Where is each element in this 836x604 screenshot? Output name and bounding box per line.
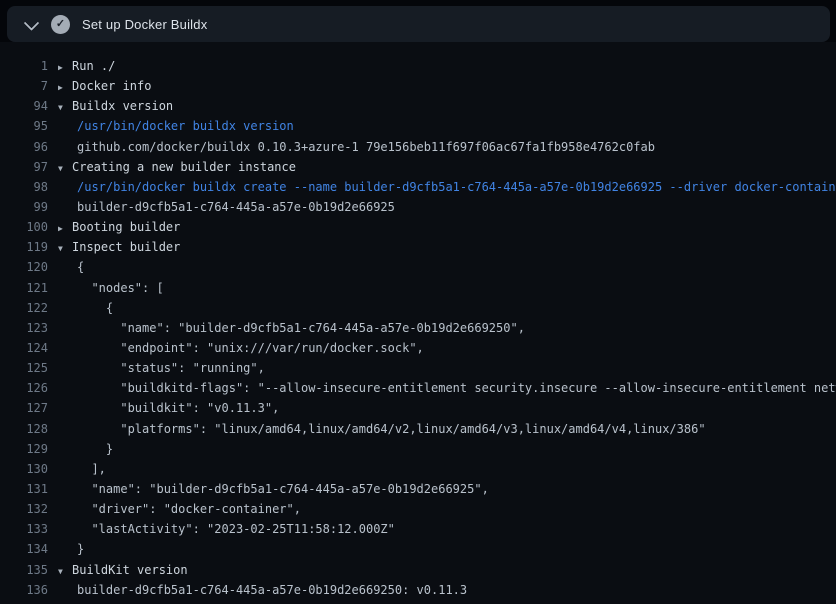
line-number[interactable]: 132 xyxy=(0,499,48,519)
step-status-check-icon: ✓ xyxy=(51,15,70,34)
log-line[interactable]: 94 ▼ Buildx version xyxy=(0,96,836,116)
step-header[interactable]: ✓ Set up Docker Buildx xyxy=(7,6,830,42)
log-line: 129 } xyxy=(0,439,836,459)
group-toggle-icon: ▶ xyxy=(58,58,72,78)
log-line[interactable]: 100 ▶ Booting builder xyxy=(0,217,836,237)
log-line[interactable]: 7 ▶ Docker info xyxy=(0,76,836,96)
log-text: "driver": "docker-container", xyxy=(77,499,301,519)
log-text: builder-d9cfb5a1-c764-445a-a57e-0b19d2e6… xyxy=(77,197,395,217)
line-number[interactable]: 125 xyxy=(0,358,48,378)
line-number[interactable]: 136 xyxy=(0,580,48,600)
log-text: BuildKit version xyxy=(72,560,188,580)
group-toggle-icon: ▼ xyxy=(58,239,72,259)
group-toggle-icon: ▶ xyxy=(58,78,72,98)
log-line: 121 "nodes": [ xyxy=(0,278,836,298)
line-number[interactable]: 122 xyxy=(0,298,48,318)
log-text: { xyxy=(77,298,113,318)
log-line[interactable]: 97 ▼ Creating a new builder instance xyxy=(0,157,836,177)
line-number[interactable]: 126 xyxy=(0,378,48,398)
log-line: 126 "buildkitd-flags": "--allow-insecure… xyxy=(0,378,836,398)
log-line: 133 "lastActivity": "2023-02-25T11:58:12… xyxy=(0,519,836,539)
chevron-down-icon[interactable] xyxy=(23,19,39,30)
workflow-log-panel: ✓ Set up Docker Buildx 1 ▶ Run ./ 7 ▶ Do… xyxy=(0,0,836,604)
line-number[interactable]: 129 xyxy=(0,439,48,459)
line-number[interactable]: 121 xyxy=(0,278,48,298)
line-number[interactable]: 1 xyxy=(0,56,48,76)
log-line: 99 builder-d9cfb5a1-c764-445a-a57e-0b19d… xyxy=(0,197,836,217)
log-line: 123 "name": "builder-d9cfb5a1-c764-445a-… xyxy=(0,318,836,338)
line-number[interactable]: 134 xyxy=(0,539,48,559)
log-text: Creating a new builder instance xyxy=(72,157,296,177)
log-text: Booting builder xyxy=(72,217,180,237)
line-number[interactable]: 119 xyxy=(0,237,48,257)
line-number[interactable]: 133 xyxy=(0,519,48,539)
log-text: "nodes": [ xyxy=(77,278,164,298)
line-number[interactable]: 94 xyxy=(0,96,48,116)
log-text: Run ./ xyxy=(72,56,115,76)
line-number[interactable]: 100 xyxy=(0,217,48,237)
group-toggle-icon: ▼ xyxy=(58,98,72,118)
line-number[interactable]: 97 xyxy=(0,157,48,177)
log-line: 132 "driver": "docker-container", xyxy=(0,499,836,519)
log-text: Inspect builder xyxy=(72,237,180,257)
line-number[interactable]: 123 xyxy=(0,318,48,338)
log-line: 122 { xyxy=(0,298,836,318)
log-text: "lastActivity": "2023-02-25T11:58:12.000… xyxy=(77,519,395,539)
log-text: } xyxy=(77,539,84,559)
log-text: github.com/docker/buildx 0.10.3+azure-1 … xyxy=(77,137,655,157)
log-line[interactable]: 1 ▶ Run ./ xyxy=(0,56,836,76)
log-line[interactable]: 135 ▼ BuildKit version xyxy=(0,560,836,580)
log-text: "buildkitd-flags": "--allow-insecure-ent… xyxy=(77,378,836,398)
log-line: 128 "platforms": "linux/amd64,linux/amd6… xyxy=(0,419,836,439)
group-toggle-icon: ▼ xyxy=(58,159,72,179)
log-line: 124 "endpoint": "unix:///var/run/docker.… xyxy=(0,338,836,358)
log-text: "status": "running", xyxy=(77,358,265,378)
log-text: "buildkit": "v0.11.3", xyxy=(77,398,279,418)
line-number[interactable]: 99 xyxy=(0,197,48,217)
log-text: Docker info xyxy=(72,76,151,96)
line-number[interactable]: 131 xyxy=(0,479,48,499)
log-text: "name": "builder-d9cfb5a1-c764-445a-a57e… xyxy=(77,479,489,499)
line-number[interactable]: 7 xyxy=(0,76,48,96)
log-line: 120 { xyxy=(0,257,836,277)
log-text: "endpoint": "unix:///var/run/docker.sock… xyxy=(77,338,424,358)
line-number[interactable]: 96 xyxy=(0,137,48,157)
log-text: { xyxy=(77,257,84,277)
log-text: ], xyxy=(77,459,106,479)
line-number[interactable]: 98 xyxy=(0,177,48,197)
line-number[interactable]: 95 xyxy=(0,116,48,136)
group-toggle-icon: ▶ xyxy=(58,219,72,239)
log-line: 130 ], xyxy=(0,459,836,479)
line-number[interactable]: 120 xyxy=(0,257,48,277)
line-number[interactable]: 127 xyxy=(0,398,48,418)
log-line: 98 /usr/bin/docker buildx create --name … xyxy=(0,177,836,197)
log-text: /usr/bin/docker buildx version xyxy=(77,116,294,136)
step-title: Set up Docker Buildx xyxy=(82,17,207,32)
log-line: 134 } xyxy=(0,539,836,559)
log-text: Buildx version xyxy=(72,96,173,116)
log-line: 136 builder-d9cfb5a1-c764-445a-a57e-0b19… xyxy=(0,580,836,600)
group-toggle-icon: ▼ xyxy=(58,562,72,582)
log-viewer: 1 ▶ Run ./ 7 ▶ Docker info 94 ▼ Buildx v… xyxy=(0,42,836,604)
line-number[interactable]: 128 xyxy=(0,419,48,439)
log-line: 96 github.com/docker/buildx 0.10.3+azure… xyxy=(0,137,836,157)
log-text: /usr/bin/docker buildx create --name bui… xyxy=(77,177,836,197)
log-line: 125 "status": "running", xyxy=(0,358,836,378)
log-line: 131 "name": "builder-d9cfb5a1-c764-445a-… xyxy=(0,479,836,499)
log-line: 95 /usr/bin/docker buildx version xyxy=(0,116,836,136)
line-number[interactable]: 130 xyxy=(0,459,48,479)
log-text: } xyxy=(77,439,113,459)
log-line[interactable]: 119 ▼ Inspect builder xyxy=(0,237,836,257)
log-line: 127 "buildkit": "v0.11.3", xyxy=(0,398,836,418)
line-number[interactable]: 124 xyxy=(0,338,48,358)
log-text: "platforms": "linux/amd64,linux/amd64/v2… xyxy=(77,419,706,439)
line-number[interactable]: 135 xyxy=(0,560,48,580)
log-text: "name": "builder-d9cfb5a1-c764-445a-a57e… xyxy=(77,318,525,338)
log-text: builder-d9cfb5a1-c764-445a-a57e-0b19d2e6… xyxy=(77,580,467,600)
